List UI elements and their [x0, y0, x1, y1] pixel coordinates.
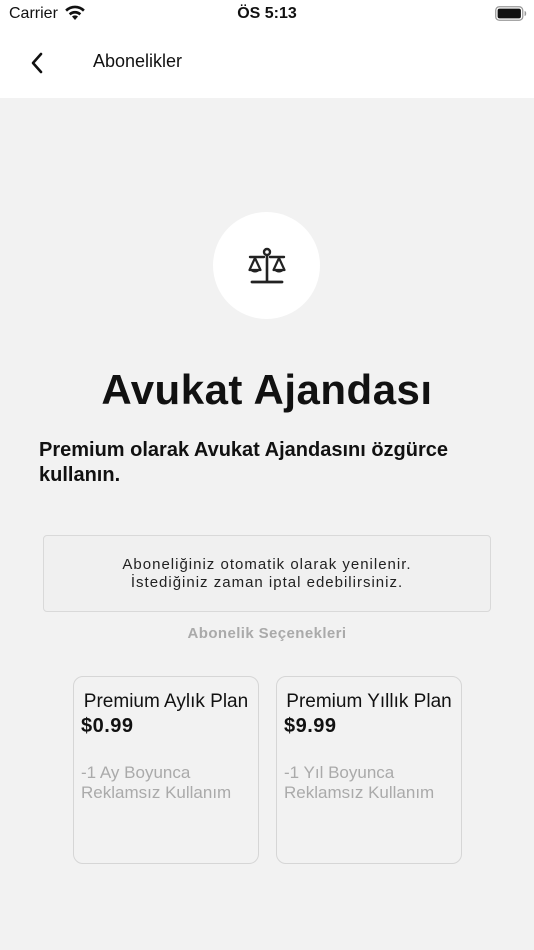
plan-price: $9.99 [284, 715, 337, 737]
plan-card-monthly[interactable]: Premium Aylık Plan $0.99 -1 Ay Boyunca R… [73, 676, 259, 864]
chevron-left-icon [31, 52, 43, 74]
plan-description: Reklamsız Kullanım [284, 783, 435, 802]
scales-of-justice-icon [247, 247, 286, 283]
plan-name: Premium Yıllık Plan [286, 691, 452, 712]
back-button[interactable] [20, 46, 54, 80]
battery-icon [495, 6, 527, 21]
cancel-info-text: İstediğiniz zaman iptal edebilirsiniz. [130, 573, 404, 591]
plan-price: $0.99 [81, 715, 134, 737]
renewal-info-text: Aboneliğiniz otomatik olarak yenilenir. [122, 555, 412, 573]
app-title: Avukat Ajandası [101, 366, 433, 413]
plan-name: Premium Aylık Plan [83, 691, 249, 712]
renewal-info-box: Aboneliğiniz otomatik olarak yenilenir. … [43, 535, 491, 612]
app-logo [213, 212, 320, 319]
status-bar: Carrier ÖS 5:13 [0, 0, 534, 30]
status-time: ÖS 5:13 [237, 5, 297, 22]
premium-subtitle: Premium olarak Avukat Ajandasını özgürce… [39, 439, 449, 486]
plan-description: Reklamsız Kullanım [81, 783, 232, 802]
page-title: Abonelikler [93, 51, 183, 71]
plan-description: -1 Yıl Boyunca [284, 763, 395, 782]
plan-description: -1 Ay Boyunca [81, 763, 191, 782]
subscription-options-label: Abonelik Seçenekleri [187, 625, 347, 642]
navigation-bar: Abonelikler [0, 30, 534, 98]
plan-card-yearly[interactable]: Premium Yıllık Plan $9.99 -1 Yıl Boyunca… [276, 676, 462, 864]
